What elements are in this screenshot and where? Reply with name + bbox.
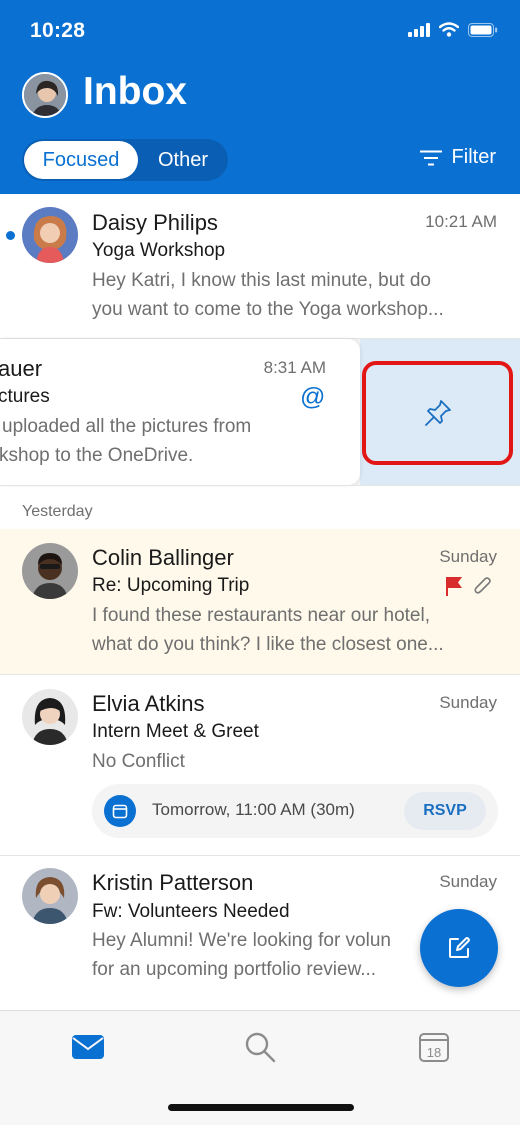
- status-time: 10:28: [30, 19, 86, 42]
- message-time: Sunday: [439, 547, 497, 566]
- avatar: [22, 207, 78, 263]
- tab-calendar[interactable]: 18: [414, 1027, 454, 1067]
- unread-indicator: [6, 231, 15, 240]
- swiped-message-card[interactable]: auer 8:31 AM ctures @ uploaded all the p…: [0, 339, 360, 485]
- home-indicator: [168, 1104, 354, 1111]
- message-preview: kshop to the OneDrive.: [0, 445, 194, 466]
- sender-name: Colin Ballinger: [92, 545, 234, 570]
- message-row-colin[interactable]: Colin Ballinger Sunday Re: Upcoming Trip…: [0, 529, 520, 674]
- mail-icon: [72, 1035, 104, 1059]
- tab-search[interactable]: [240, 1027, 280, 1067]
- rsvp-button[interactable]: RSVP: [404, 792, 486, 830]
- tab-mail[interactable]: [68, 1027, 108, 1067]
- pin-icon: [424, 400, 451, 426]
- filter-button[interactable]: Filter: [419, 146, 496, 169]
- filter-label: Filter: [451, 146, 496, 168]
- sender-name: Daisy Philips: [92, 210, 218, 235]
- flag-icon: [446, 577, 462, 596]
- section-header-yesterday: Yesterday: [22, 503, 93, 520]
- wifi-icon: [439, 22, 459, 37]
- pin-button[interactable]: [362, 361, 513, 465]
- message-preview: No Conflict: [92, 751, 185, 772]
- calendar-day: 18: [427, 1045, 441, 1060]
- message-time: Sunday: [439, 872, 497, 891]
- message-subject: Yoga Workshop: [92, 240, 226, 261]
- message-preview: Hey Katri, I know this last minute, but …: [92, 270, 431, 291]
- compose-icon: [449, 937, 470, 958]
- message-time: 10:21 AM: [425, 212, 497, 231]
- avatar: [22, 868, 78, 924]
- event-card[interactable]: Tomorrow, 11:00 AM (30m) RSVP: [92, 784, 498, 838]
- filter-icon: [419, 150, 442, 165]
- status-icons: [408, 22, 498, 37]
- message-preview: I found these restaurants near our hotel…: [92, 605, 430, 626]
- message-preview: uploaded all the pictures from: [2, 416, 252, 437]
- message-preview: Hey Alumni! We're looking for volun: [92, 930, 391, 951]
- avatar: [22, 689, 78, 745]
- message-time: 8:31 AM: [263, 358, 326, 377]
- avatar: [22, 543, 78, 599]
- page-title: Inbox: [83, 70, 187, 113]
- tab-focused[interactable]: Focused: [24, 141, 138, 179]
- message-preview: for an upcoming portfolio review...: [92, 959, 377, 980]
- signal-icon: [408, 22, 430, 37]
- app-header: 10:28 Inbox Focused Other Filter: [0, 0, 520, 194]
- tab-other[interactable]: Other: [140, 141, 226, 179]
- sender-name: Elvia Atkins: [92, 691, 205, 716]
- message-preview: you want to come to the Yoga workshop...: [92, 299, 444, 320]
- message-subject: Re: Upcoming Trip: [92, 575, 250, 596]
- message-subject: ctures: [0, 386, 50, 407]
- event-time: Tomorrow, 11:00 AM (30m): [152, 800, 355, 819]
- account-avatar[interactable]: [22, 72, 68, 118]
- inbox-segmented-control: Focused Other: [22, 139, 228, 181]
- calendar-event-icon: [104, 795, 136, 827]
- mention-icon: @: [300, 383, 326, 411]
- message-subject: Intern Meet & Greet: [92, 721, 259, 742]
- sender-name: auer: [0, 356, 43, 381]
- sender-name: Kristin Patterson: [92, 870, 254, 895]
- message-subject: Fw: Volunteers Needed: [92, 901, 290, 922]
- message-preview: what do you think? I like the closest on…: [92, 634, 444, 655]
- attachment-icon: [474, 577, 491, 594]
- message-time: Sunday: [439, 693, 497, 712]
- search-icon: [245, 1032, 276, 1063]
- compose-button[interactable]: [420, 909, 498, 987]
- battery-icon: [468, 22, 498, 37]
- calendar-icon: 18: [419, 1033, 449, 1062]
- divider: [0, 485, 520, 486]
